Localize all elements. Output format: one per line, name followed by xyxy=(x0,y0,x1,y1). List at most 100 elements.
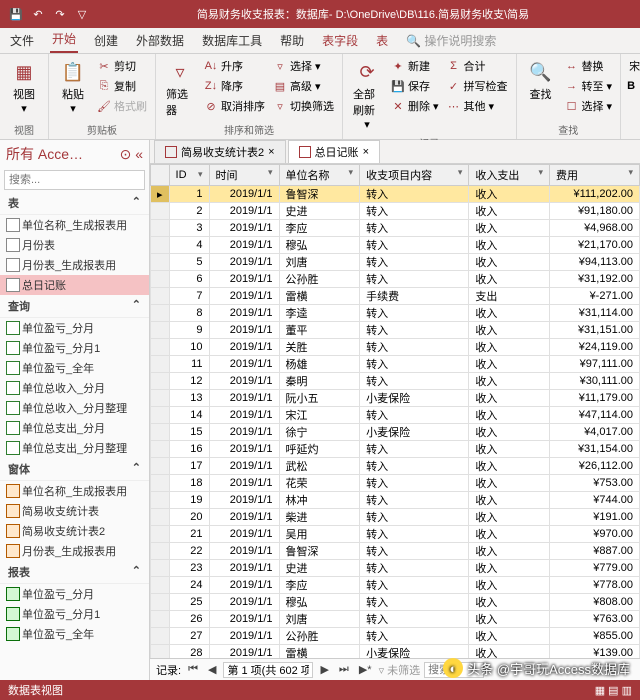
cell-item[interactable]: 转入 xyxy=(360,577,469,594)
cell-item[interactable]: 转入 xyxy=(360,594,469,611)
cell-io[interactable]: 收入 xyxy=(469,492,550,509)
cell-fee[interactable]: ¥31,154.00 xyxy=(550,441,640,458)
cell-item[interactable]: 转入 xyxy=(360,492,469,509)
cell-fee[interactable]: ¥-271.00 xyxy=(550,288,640,305)
table-row[interactable]: 13 2019/1/1 阮小五 小麦保险 收入 ¥11,179.00 xyxy=(151,390,640,407)
cell-id[interactable]: 16 xyxy=(169,441,209,458)
filter-icon[interactable]: ▽ xyxy=(72,4,92,24)
cell-item[interactable]: 小麦保险 xyxy=(360,645,469,659)
cell-time[interactable]: 2019/1/1 xyxy=(209,305,279,322)
tab-external[interactable]: 外部数据 xyxy=(134,28,186,53)
table-row[interactable]: 6 2019/1/1 公孙胜 转入 收入 ¥31,192.00 xyxy=(151,271,640,288)
find-button[interactable]: 🔍 查找 xyxy=(523,56,559,104)
cell-time[interactable]: 2019/1/1 xyxy=(209,271,279,288)
cell-item[interactable]: 小麦保险 xyxy=(360,390,469,407)
cell-item[interactable]: 转入 xyxy=(360,441,469,458)
cell-unit[interactable]: 阮小五 xyxy=(279,390,360,407)
cell-item[interactable]: 转入 xyxy=(360,407,469,424)
cell-unit[interactable]: 史进 xyxy=(279,560,360,577)
tab-create[interactable]: 创建 xyxy=(92,28,120,53)
cell-time[interactable]: 2019/1/1 xyxy=(209,628,279,645)
table-row[interactable]: 14 2019/1/1 宋江 转入 收入 ¥47,114.00 xyxy=(151,407,640,424)
cell-unit[interactable]: 雷横 xyxy=(279,645,360,659)
cell-id[interactable]: 24 xyxy=(169,577,209,594)
cell-fee[interactable]: ¥139.00 xyxy=(550,645,640,659)
cell-id[interactable]: 7 xyxy=(169,288,209,305)
record-search-input[interactable] xyxy=(424,662,484,678)
cell-fee[interactable]: ¥855.00 xyxy=(550,628,640,645)
nav-item[interactable]: 单位总支出_分月整理 xyxy=(0,438,149,458)
table-row[interactable]: 27 2019/1/1 公孙胜 转入 收入 ¥855.00 xyxy=(151,628,640,645)
nav-item[interactable]: 总日记账 xyxy=(0,275,149,295)
cell-io[interactable]: 收入 xyxy=(469,543,550,560)
table-row[interactable]: 17 2019/1/1 武松 转入 收入 ¥26,112.00 xyxy=(151,458,640,475)
row-selector[interactable] xyxy=(151,628,170,645)
cell-unit[interactable]: 武松 xyxy=(279,458,360,475)
cell-unit[interactable]: 杨雄 xyxy=(279,356,360,373)
cell-unit[interactable]: 史进 xyxy=(279,203,360,220)
cell-item[interactable]: 转入 xyxy=(360,271,469,288)
cell-item[interactable]: 转入 xyxy=(360,526,469,543)
cell-io[interactable]: 收入 xyxy=(469,611,550,628)
cell-time[interactable]: 2019/1/1 xyxy=(209,611,279,628)
table-row[interactable]: 10 2019/1/1 关胜 转入 收入 ¥24,119.00 xyxy=(151,339,640,356)
row-selector[interactable] xyxy=(151,560,170,577)
cell-item[interactable]: 转入 xyxy=(360,220,469,237)
table-row[interactable]: 19 2019/1/1 林冲 转入 收入 ¥744.00 xyxy=(151,492,640,509)
nav-item[interactable]: 单位名称_生成报表用 xyxy=(0,481,149,501)
row-selector[interactable] xyxy=(151,288,170,305)
tab-table[interactable]: 表 xyxy=(374,28,390,53)
cell-io[interactable]: 收入 xyxy=(469,356,550,373)
cell-fee[interactable]: ¥97,111.00 xyxy=(550,356,640,373)
redo-icon[interactable]: ↷ xyxy=(50,4,70,24)
cut-button[interactable]: ✂剪切 xyxy=(95,56,149,76)
doc-tab-form[interactable]: 简易收支统计表2× xyxy=(154,140,286,163)
nav-search-input[interactable] xyxy=(4,170,145,190)
nav-item[interactable]: 单位盈亏_分月 xyxy=(0,584,149,604)
new-record-nav-button[interactable]: ▶* xyxy=(356,663,375,676)
cell-id[interactable]: 5 xyxy=(169,254,209,271)
undo-icon[interactable]: ↶ xyxy=(28,4,48,24)
cell-io[interactable]: 收入 xyxy=(469,509,550,526)
cell-unit[interactable]: 刘唐 xyxy=(279,254,360,271)
nav-item[interactable]: 单位总支出_分月 xyxy=(0,418,149,438)
cell-fee[interactable]: ¥191.00 xyxy=(550,509,640,526)
row-selector[interactable] xyxy=(151,441,170,458)
table-row[interactable]: 18 2019/1/1 花荣 转入 收入 ¥753.00 xyxy=(151,475,640,492)
cell-fee[interactable]: ¥753.00 xyxy=(550,475,640,492)
cell-id[interactable]: 13 xyxy=(169,390,209,407)
row-selector[interactable] xyxy=(151,390,170,407)
row-selector[interactable] xyxy=(151,645,170,659)
cell-unit[interactable]: 林冲 xyxy=(279,492,360,509)
cell-id[interactable]: 23 xyxy=(169,560,209,577)
cell-io[interactable]: 收入 xyxy=(469,458,550,475)
cell-io[interactable]: 收入 xyxy=(469,373,550,390)
section-tables[interactable]: 表⌃ xyxy=(0,192,149,215)
cell-io[interactable]: 收入 xyxy=(469,254,550,271)
cell-fee[interactable]: ¥21,170.00 xyxy=(550,237,640,254)
cell-time[interactable]: 2019/1/1 xyxy=(209,186,279,203)
row-selector[interactable] xyxy=(151,424,170,441)
close-icon[interactable]: × xyxy=(363,146,369,158)
cell-io[interactable]: 收入 xyxy=(469,475,550,492)
cell-unit[interactable]: 徐宁 xyxy=(279,424,360,441)
doc-tab-table[interactable]: 总日记账× xyxy=(288,140,380,163)
table-row[interactable]: 15 2019/1/1 徐宁 小麦保险 收入 ¥4,017.00 xyxy=(151,424,640,441)
cell-fee[interactable]: ¥26,112.00 xyxy=(550,458,640,475)
cell-id[interactable]: 28 xyxy=(169,645,209,659)
table-row[interactable]: 4 2019/1/1 穆弘 转入 收入 ¥21,170.00 xyxy=(151,237,640,254)
first-record-button[interactable]: ⏮ xyxy=(185,663,201,676)
nav-item[interactable]: 单位总收入_分月 xyxy=(0,378,149,398)
cell-id[interactable]: 9 xyxy=(169,322,209,339)
cell-time[interactable]: 2019/1/1 xyxy=(209,526,279,543)
cell-item[interactable]: 手续费 xyxy=(360,288,469,305)
cell-id[interactable]: 27 xyxy=(169,628,209,645)
row-selector[interactable] xyxy=(151,509,170,526)
nav-item[interactable]: 单位总收入_分月整理 xyxy=(0,398,149,418)
cell-fee[interactable]: ¥970.00 xyxy=(550,526,640,543)
cell-time[interactable]: 2019/1/1 xyxy=(209,322,279,339)
table-row[interactable]: 21 2019/1/1 吴用 转入 收入 ¥970.00 xyxy=(151,526,640,543)
table-row[interactable]: 3 2019/1/1 李应 转入 收入 ¥4,968.00 xyxy=(151,220,640,237)
sort-asc-button[interactable]: A↓升序 xyxy=(202,56,267,76)
cell-fee[interactable]: ¥31,192.00 xyxy=(550,271,640,288)
